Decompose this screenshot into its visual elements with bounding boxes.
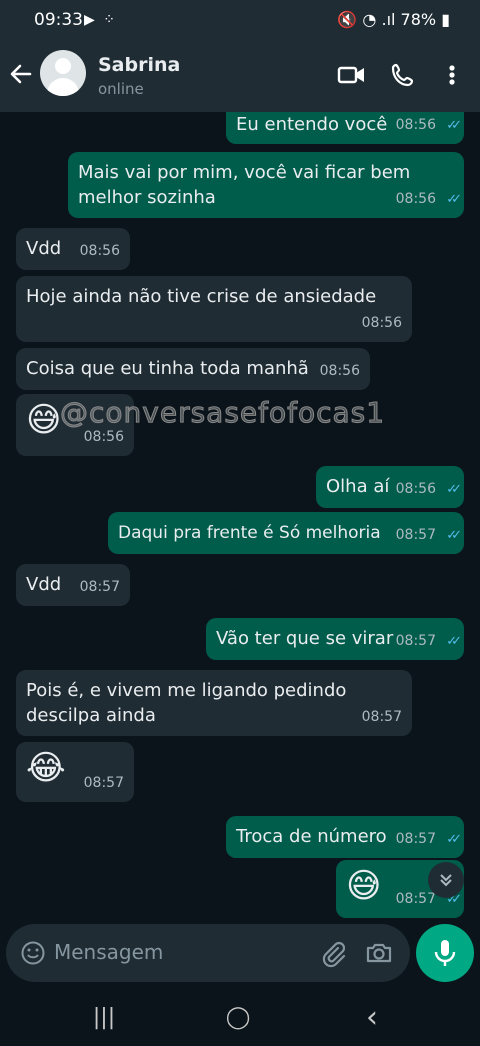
microphone-button[interactable] bbox=[416, 924, 474, 982]
message-emoji: 😅 bbox=[346, 866, 382, 906]
read-receipt-icon: ✓✓ bbox=[446, 832, 462, 847]
message-text: Eu entendo você bbox=[236, 114, 388, 135]
more-options-icon[interactable] bbox=[440, 60, 464, 90]
message-time: 08:57 bbox=[395, 831, 436, 847]
message-bubble[interactable]: Vão ter que se virar 08:57 ✓✓ bbox=[206, 618, 464, 660]
message-text: Vdd bbox=[26, 574, 62, 595]
message-time: 08:57 bbox=[395, 891, 436, 907]
microphone-icon bbox=[416, 940, 474, 986]
recent-apps-icon[interactable]: ||| bbox=[90, 1006, 118, 1030]
chat-header: Sabrina online bbox=[0, 40, 480, 112]
status-bar: 09:33 ▶ ⁘ 🔇 ◔ .ıl 78% ▮ bbox=[0, 0, 480, 40]
nav-back-icon[interactable]: ‹ bbox=[358, 1003, 386, 1033]
message-text: Coisa que eu tinha toda manhã bbox=[26, 358, 309, 379]
message-list[interactable]: Eu entendo você 08:56 ✓✓ Mais vai por mi… bbox=[0, 112, 480, 920]
phone-icon[interactable] bbox=[388, 60, 420, 90]
message-text: Olha aí bbox=[326, 476, 390, 497]
message-time: 08:57 bbox=[79, 579, 120, 595]
message-text: Hoje ainda não tive crise de ansiedade bbox=[26, 286, 377, 307]
message-time: 08:57 bbox=[395, 527, 436, 543]
message-time: 08:56 bbox=[361, 315, 402, 331]
contact-name[interactable]: Sabrina bbox=[98, 54, 180, 76]
read-receipt-icon: ✓✓ bbox=[446, 482, 462, 497]
home-icon[interactable]: ◯ bbox=[224, 1006, 252, 1030]
message-input-bar: Mensagem bbox=[6, 924, 410, 982]
message-text: Pois é, e vivem me ligando pedindo desci… bbox=[26, 680, 347, 726]
message-bubble[interactable]: Hoje ainda não tive crise de ansiedade 0… bbox=[16, 276, 412, 342]
message-input[interactable]: Mensagem bbox=[54, 940, 163, 964]
scroll-down-icon[interactable] bbox=[428, 862, 464, 898]
status-time: 09:33 bbox=[34, 10, 83, 30]
read-receipt-icon: ✓✓ bbox=[446, 192, 462, 207]
status-left-icons: ▶ ⁘ bbox=[84, 12, 117, 28]
message-bubble[interactable]: 😂 08:57 bbox=[16, 742, 134, 802]
message-emoji: 😅 bbox=[26, 400, 62, 440]
message-bubble[interactable]: Daqui pra frente é Só melhoria 08:57 ✓✓ bbox=[108, 512, 464, 554]
message-bubble[interactable]: Vdd 08:57 bbox=[16, 564, 130, 606]
message-time: 08:56 bbox=[395, 481, 436, 497]
message-time: 08:56 bbox=[395, 117, 436, 133]
message-time: 08:57 bbox=[83, 775, 124, 791]
message-bubble[interactable]: Coisa que eu tinha toda manhã 08:56 bbox=[16, 348, 370, 390]
message-text: Vão ter que se virar bbox=[216, 628, 394, 649]
attach-icon[interactable] bbox=[318, 938, 348, 968]
system-nav-bar: ||| ◯ ‹ bbox=[0, 990, 480, 1046]
video-call-icon[interactable] bbox=[336, 60, 368, 90]
message-emoji: 😂 bbox=[26, 748, 66, 788]
camera-icon[interactable] bbox=[364, 938, 394, 968]
message-bubble[interactable]: Mais vai por mim, você vai ficar bem mel… bbox=[68, 152, 464, 218]
message-text: Mais vai por mim, você vai ficar bem mel… bbox=[78, 162, 411, 208]
watermark: @conversasefofocas1 bbox=[59, 396, 386, 430]
status-right-icons: 🔇 ◔ .ıl 78% ▮ bbox=[337, 10, 450, 29]
message-text: Troca de número bbox=[236, 826, 387, 847]
message-time: 08:56 bbox=[79, 243, 120, 259]
emoji-icon[interactable] bbox=[20, 940, 46, 966]
avatar[interactable] bbox=[40, 50, 86, 96]
read-receipt-icon: ✓✓ bbox=[446, 528, 462, 543]
message-bubble[interactable]: Troca de número 08:57 ✓✓ bbox=[226, 816, 464, 858]
message-time: 08:57 bbox=[361, 709, 402, 725]
message-text: Daqui pra frente é Só melhoria bbox=[118, 523, 381, 543]
contact-status: online bbox=[98, 80, 144, 98]
read-receipt-icon: ✓✓ bbox=[446, 634, 462, 649]
message-time: 08:56 bbox=[395, 191, 436, 207]
back-arrow-icon[interactable] bbox=[8, 60, 34, 88]
message-bubble[interactable]: Eu entendo você 08:56 ✓✓ bbox=[226, 112, 464, 144]
message-bubble[interactable]: Olha aí 08:56 ✓✓ bbox=[316, 466, 464, 508]
message-text: Vdd bbox=[26, 238, 62, 259]
read-receipt-icon: ✓✓ bbox=[446, 118, 462, 133]
message-time: 08:56 bbox=[319, 363, 360, 379]
message-time: 08:57 bbox=[395, 633, 436, 649]
message-bubble[interactable]: Vdd 08:56 bbox=[16, 228, 130, 270]
message-bubble[interactable]: Pois é, e vivem me ligando pedindo desci… bbox=[16, 670, 412, 736]
